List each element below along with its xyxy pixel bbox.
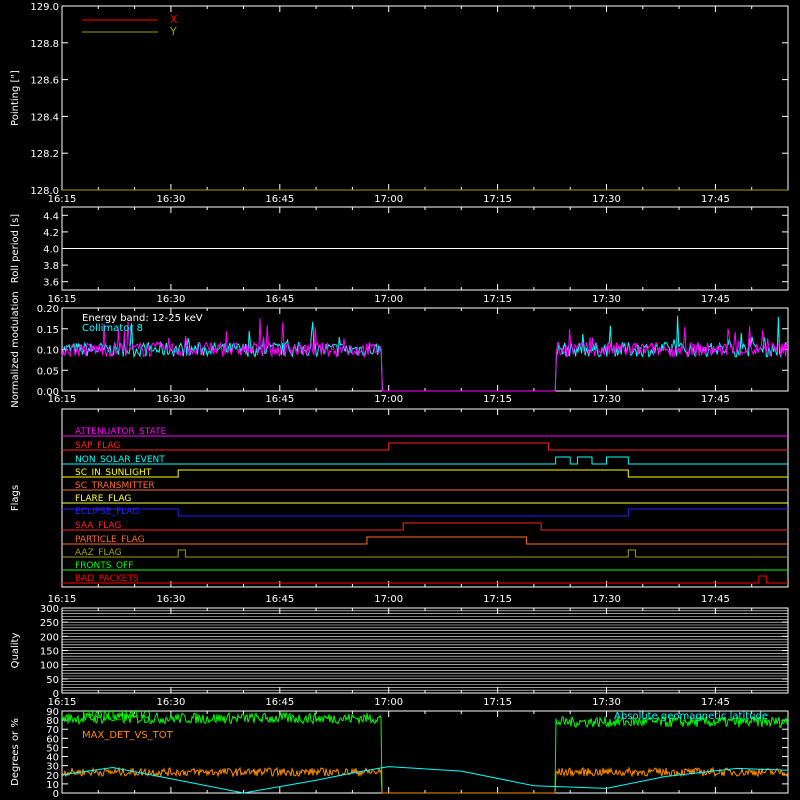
- y-tick-label: 0.00: [37, 387, 59, 398]
- y-tick-label: 128.4: [30, 112, 59, 123]
- x-tick-label: 17:30: [592, 294, 621, 305]
- flag-label: BAD_PACKETS: [75, 574, 139, 584]
- y-tick-label: 50: [46, 675, 59, 686]
- x-tick-label: 17:15: [483, 594, 512, 605]
- x-tick-label: 17:15: [483, 394, 512, 405]
- x-tick-label: 17:30: [592, 697, 621, 708]
- legend-label: Absolute geomagnetic latitude: [614, 711, 768, 722]
- flag-label: FRONTS_OFF: [75, 561, 133, 571]
- x-tick-label: 17:45: [701, 697, 730, 708]
- x-tick-label: 17:15: [483, 294, 512, 305]
- x-tick-label: 17:45: [701, 194, 730, 205]
- y-axis-label: Flags: [10, 485, 21, 511]
- y-tick-label: 0.10: [37, 346, 59, 357]
- panel-roll: 16:15 16:30 16:45 17:00 17:15 17:30 17:45Roll …: [10, 206, 789, 305]
- y-tick-label: 4.0: [43, 245, 59, 256]
- y-tick-label: 3.8: [43, 261, 59, 272]
- y-tick-label: 128.8: [30, 39, 59, 50]
- y-tick-label: 150: [40, 647, 59, 658]
- front-ratio-line: [61, 710, 789, 794]
- flag-sap-flag-line: [62, 442, 788, 451]
- y-tick-label: 90: [46, 707, 59, 718]
- flag-label: FLARE_FLAG: [75, 494, 131, 504]
- legend-label: Collimator 8: [82, 323, 143, 334]
- panel-frame: [61, 710, 789, 794]
- flag-label: NON_SOLAR_EVENT: [75, 455, 165, 465]
- plot-canvas: 16:15 16:30 16:45 17:00 17:15 17:30 17:45Point…: [10, 2, 789, 800]
- x-tick-label: 16:30: [156, 697, 185, 708]
- x-tick-label: 17:15: [483, 194, 512, 205]
- flag-label: AAZ_FLAG: [75, 548, 122, 558]
- y-tick-label: 0: [53, 689, 59, 700]
- x-tick-label: 16:45: [265, 194, 294, 205]
- flag-saa-flag-line: [62, 522, 788, 531]
- y-tick-label: 3.6: [43, 278, 59, 289]
- x-tick-label: 17:45: [701, 594, 730, 605]
- y-tick-label: 128.2: [30, 149, 59, 160]
- y-tick-label: 4.4: [43, 211, 59, 222]
- y-tick-label: 128.6: [30, 76, 59, 87]
- flag-label: SAP_FLAG: [75, 441, 120, 451]
- flag-label: ECLIPSE_FLAG: [75, 507, 139, 517]
- y-tick-label: 250: [40, 618, 59, 629]
- y-tick-label: 128.0: [30, 186, 59, 197]
- x-tick-label: 16:45: [265, 294, 294, 305]
- y-tick-label: 300: [40, 604, 59, 615]
- y-axis-label: Degrees or %: [10, 718, 21, 786]
- y-tick-label: 200: [40, 632, 59, 643]
- x-tick-label: 17:00: [374, 697, 403, 708]
- x-tick-label: 17:00: [374, 194, 403, 205]
- x-tick-label: 16:30: [156, 594, 185, 605]
- x-tick-label: 16:30: [156, 294, 185, 305]
- x-tick-label: 16:30: [156, 194, 185, 205]
- legend-label: Y: [169, 25, 177, 38]
- y-axis-label: Pointing ["]: [10, 70, 21, 126]
- flag-label: PARTICLE_FLAG: [75, 535, 145, 545]
- y-tick-label: 0.15: [37, 325, 59, 336]
- y-tick-label: 0.20: [37, 304, 59, 315]
- x-tick-label: 17:30: [592, 594, 621, 605]
- flag-sc-in-sunlight-line: [62, 469, 788, 478]
- flag-label: SC_TRANSMITTER: [75, 481, 155, 491]
- quality-grid: [62, 607, 788, 694]
- x-tick-label: 16:30: [156, 394, 185, 405]
- flag-particle-flag-line: [62, 536, 788, 545]
- x-tick-label: 17:45: [701, 394, 730, 405]
- flag-label: SC_IN_SUNLIGHT: [75, 468, 152, 478]
- x-tick-label: 17:15: [483, 697, 512, 708]
- x-tick-label: 16:45: [265, 697, 294, 708]
- y-tick-label: 129.0: [30, 2, 59, 13]
- x-tick-label: 16:45: [265, 594, 294, 605]
- y-tick-label: 0.05: [37, 366, 59, 377]
- flag-non-solar-event-line: [62, 456, 788, 465]
- flag-label: ATTENUATOR_STATE: [75, 427, 167, 437]
- x-tick-label: 17:30: [592, 194, 621, 205]
- x-tick-label: 17:00: [374, 394, 403, 405]
- x-tick-label: 17:45: [701, 294, 730, 305]
- y-axis-label: Roll period [s]: [10, 214, 21, 283]
- y-axis-label: Normalized modulation: [10, 291, 21, 408]
- flag-eclipse-flag-line: [62, 508, 788, 517]
- flag-label: SAA_FLAG: [75, 521, 121, 531]
- y-axis-label: Quality: [10, 633, 21, 669]
- y-tick-label: 4.2: [43, 228, 59, 239]
- legend-label: FRONT_RATIO: [82, 710, 151, 721]
- x-tick-label: 17:00: [374, 594, 403, 605]
- flag-aaz-flag-line: [62, 549, 788, 558]
- x-tick-label: 16:45: [265, 394, 294, 405]
- y-tick-label: 100: [40, 661, 59, 672]
- legend-label: MAX_DET_VS_TOT: [82, 730, 174, 741]
- x-tick-label: 17:00: [374, 294, 403, 305]
- x-tick-label: 17:30: [592, 394, 621, 405]
